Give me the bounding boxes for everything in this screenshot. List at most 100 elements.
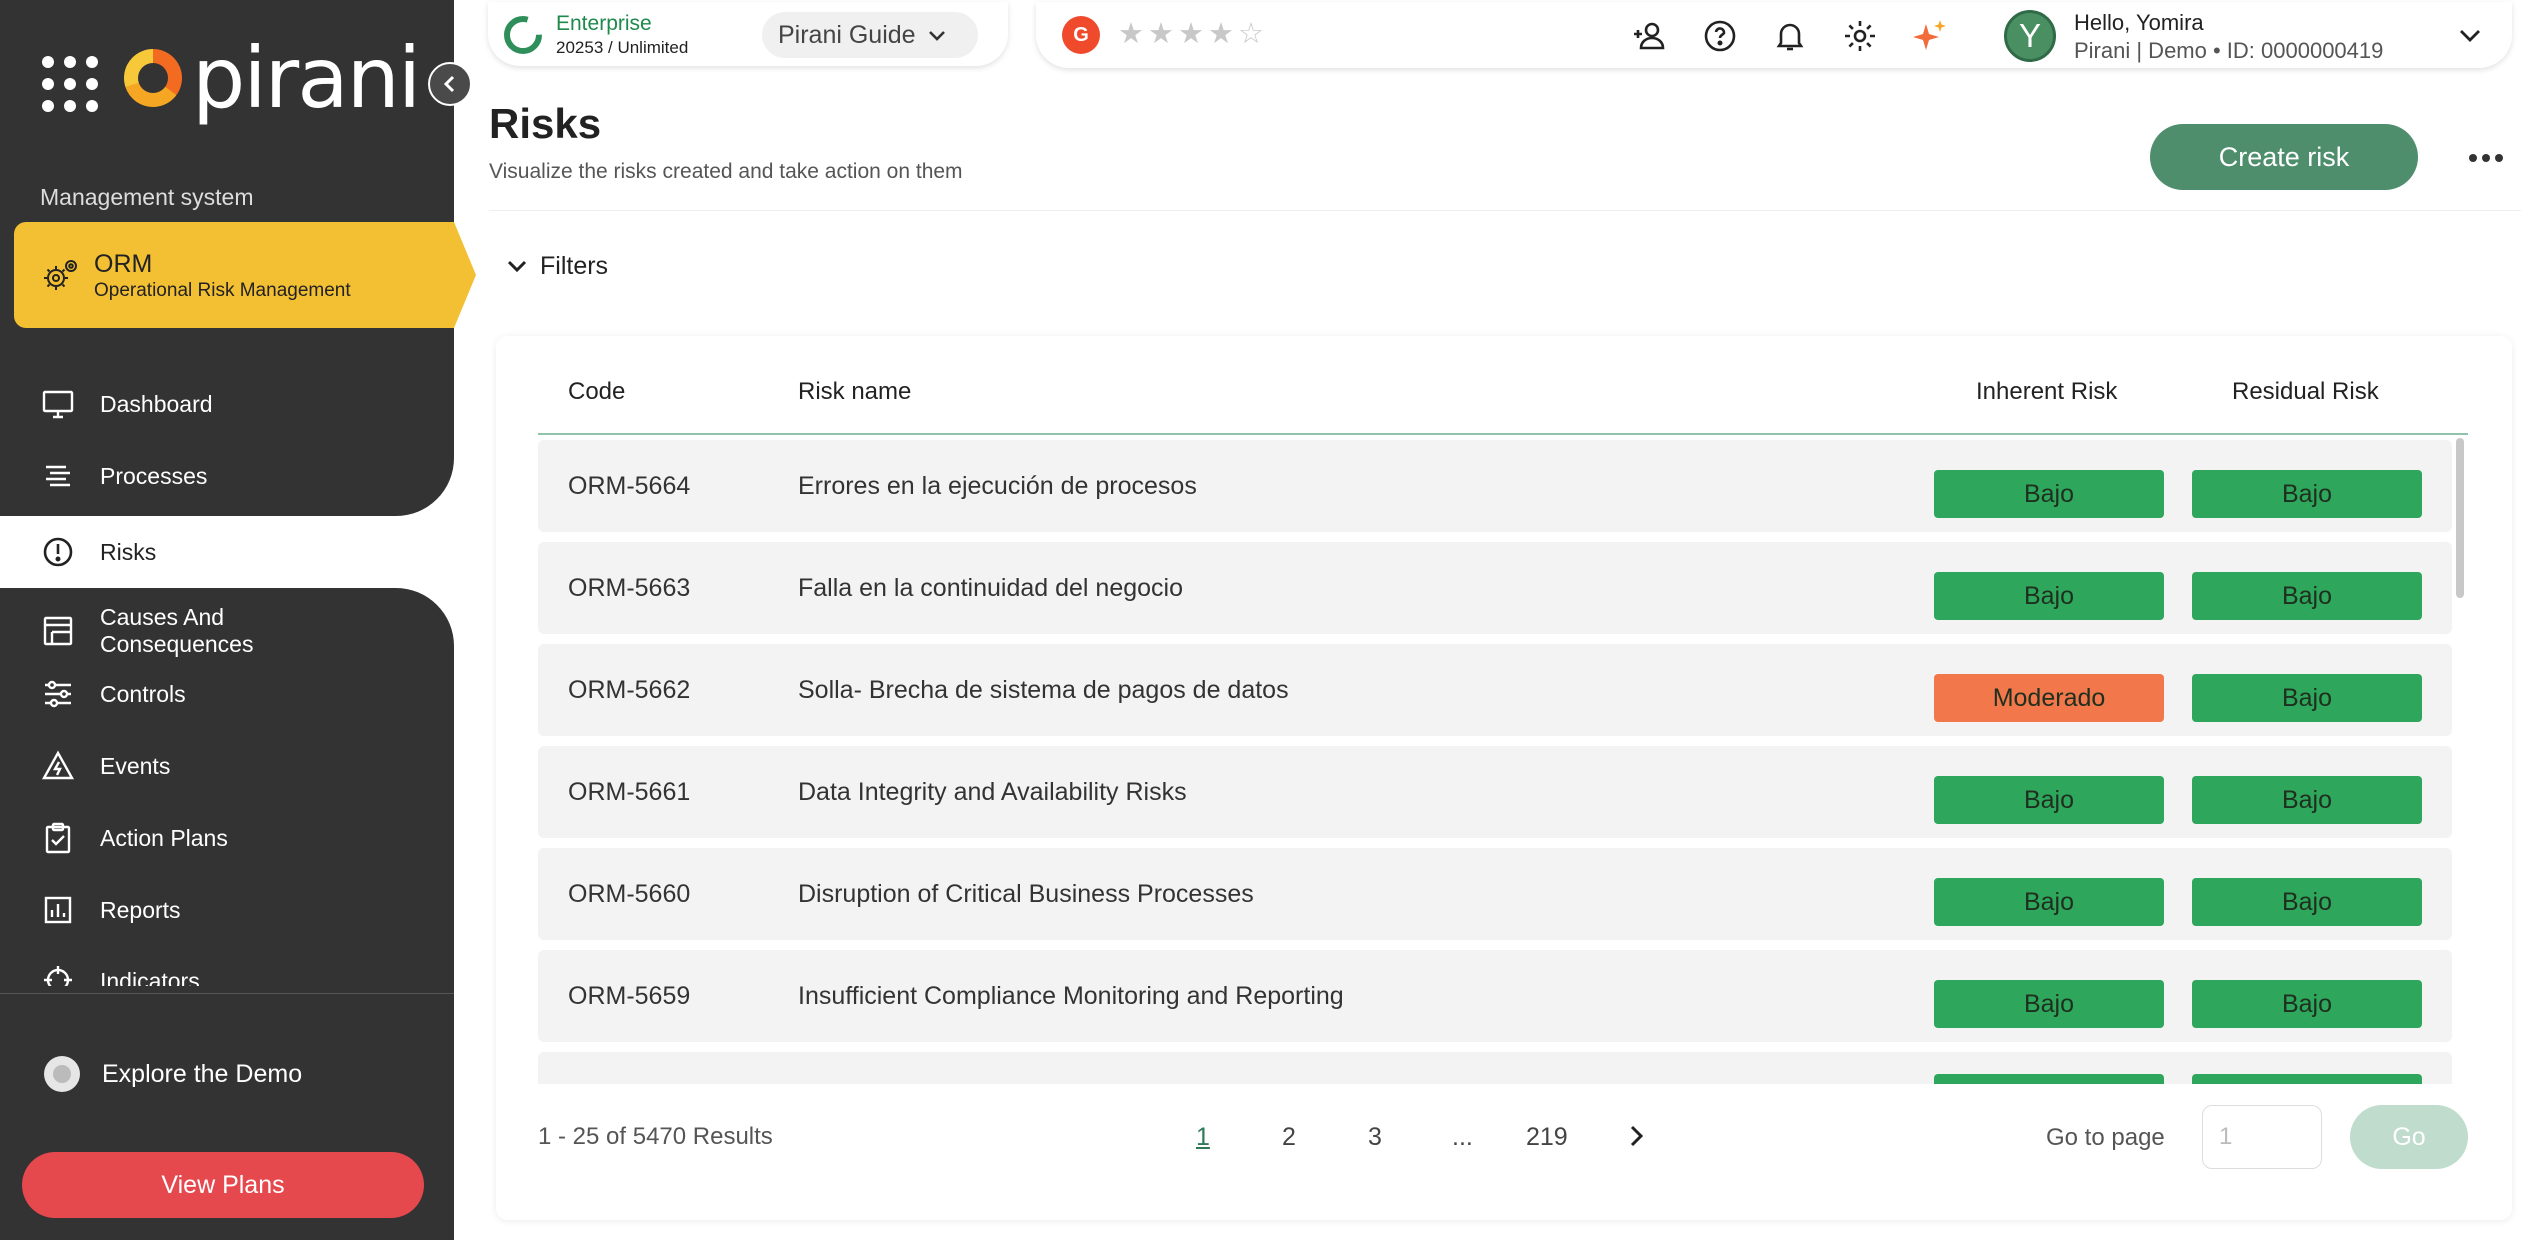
table-row[interactable]: ORM-5663 Falla en la continuidad del neg… <box>538 542 2452 634</box>
residual-risk-badge: Bajo <box>2192 1074 2422 1084</box>
notifications-button[interactable] <box>1770 16 1810 56</box>
inherent-risk-badge: Bajo <box>1934 776 2164 824</box>
plan-bar: Enterprise 20253 / Unlimited Pirani Guid… <box>488 2 1008 66</box>
page-link-219[interactable]: 219 <box>1526 1123 1568 1152</box>
sidebar-item-reports[interactable]: Reports <box>40 890 181 930</box>
plan-name: Enterprise <box>556 12 652 35</box>
residual-risk-badge: Bajo <box>2192 878 2422 926</box>
more-options-button[interactable] <box>2462 140 2510 176</box>
guide-label: Pirani Guide <box>778 20 916 49</box>
page-link-2[interactable]: 2 <box>1282 1123 1296 1152</box>
enterprise-plan-icon <box>504 16 542 54</box>
sidebar-item-label: Causes And Consequences <box>100 604 254 657</box>
table-header-divider <box>538 433 2468 435</box>
sidebar-item-label: Processes <box>100 462 208 489</box>
table-row[interactable]: Bajo Bajo <box>538 1052 2452 1084</box>
module-selector-orm[interactable]: ORM Operational Risk Management <box>14 222 476 328</box>
g2-rating-icon[interactable]: G <box>1062 16 1100 54</box>
filters-label: Filters <box>540 251 609 280</box>
view-plans-button[interactable]: View Plans <box>22 1152 424 1218</box>
risk-code: ORM-5661 <box>568 778 691 806</box>
risk-name[interactable]: Insufficient Compliance Monitoring and R… <box>798 982 1344 1011</box>
settings-button[interactable] <box>1840 16 1880 56</box>
add-user-button[interactable] <box>1630 16 1670 56</box>
pirani-logo-ring-icon <box>124 49 182 107</box>
module-subtitle: Operational Risk Management <box>94 280 351 301</box>
sidebar-divider <box>0 993 454 994</box>
avatar[interactable]: Y <box>2004 10 2056 62</box>
management-system-label: Management system <box>40 184 254 210</box>
risk-name[interactable]: Solla- Brecha de sistema de pagos de dat… <box>798 676 1289 705</box>
apps-grid-icon[interactable] <box>42 56 98 112</box>
sidebar-item-controls[interactable]: Controls <box>40 674 186 714</box>
chevron-down-icon[interactable] <box>2454 20 2486 52</box>
next-page-chevron-icon[interactable] <box>1620 1120 1652 1152</box>
go-to-page-label: Go to page <box>2046 1124 2165 1151</box>
demo-icon <box>44 1056 80 1092</box>
risk-name[interactable]: Falla en la continuidad del negocio <box>798 574 1183 603</box>
risk-code: ORM-5662 <box>568 676 691 704</box>
residual-risk-badge: Bajo <box>2192 980 2422 1028</box>
residual-risk-badge: Bajo <box>2192 674 2422 722</box>
bar-chart-icon <box>40 892 76 928</box>
sidebar-item-label: Dashboard <box>100 390 213 417</box>
table-row[interactable]: ORM-5660 Disruption of Critical Business… <box>538 848 2452 940</box>
monitor-icon <box>40 386 76 422</box>
page-link-1[interactable]: 1 <box>1196 1123 1210 1152</box>
collapse-sidebar-button[interactable] <box>428 62 472 106</box>
explore-demo-label: Explore the Demo <box>102 1059 303 1088</box>
risk-code: ORM-5664 <box>568 472 691 500</box>
inherent-risk-badge: Bajo <box>1934 878 2164 926</box>
go-to-page-input[interactable] <box>2202 1105 2322 1169</box>
risk-code: ORM-5660 <box>568 880 691 908</box>
inherent-risk-badge: Bajo <box>1934 1074 2164 1084</box>
risk-name[interactable]: Disruption of Critical Business Processe… <box>798 880 1254 909</box>
sidebar-item-risks[interactable]: Risks <box>40 532 156 572</box>
table-row[interactable]: ORM-5661 Data Integrity and Availability… <box>538 746 2452 838</box>
sliders-icon <box>40 676 76 712</box>
pirani-guide-dropdown[interactable]: Pirani Guide <box>762 12 978 58</box>
sidebar-item-action-plans[interactable]: Action Plans <box>40 818 228 858</box>
create-risk-button[interactable]: Create risk <box>2150 124 2418 190</box>
page-link-3[interactable]: 3 <box>1368 1123 1382 1152</box>
rating-stars[interactable]: ★★★★☆ <box>1118 16 1268 51</box>
chevron-down-icon <box>507 260 527 273</box>
filters-toggle[interactable]: Filters <box>504 246 608 286</box>
help-icon <box>1704 20 1736 52</box>
table-row[interactable]: ORM-5664 Errores en la ejecución de proc… <box>538 440 2452 532</box>
column-header-inherent-risk[interactable]: Inherent Risk <box>1976 378 2117 406</box>
sidebar-item-dashboard[interactable]: Dashboard <box>40 384 213 424</box>
alert-circle-icon <box>40 534 76 570</box>
column-header-risk-name[interactable]: Risk name <box>798 378 911 406</box>
help-button[interactable] <box>1700 16 1740 56</box>
table-row[interactable]: ORM-5659 Insufficient Compliance Monitor… <box>538 950 2452 1042</box>
module-title: ORM <box>94 250 153 278</box>
user-bar: G ★★★★☆ Y Hello, Yomira Pirani | Demo • … <box>1036 2 2512 68</box>
go-button[interactable]: Go <box>2350 1105 2468 1169</box>
list-icon <box>40 458 76 494</box>
inherent-risk-badge: Bajo <box>1934 980 2164 1028</box>
results-count: 1 - 25 of 5470 Results <box>538 1123 773 1150</box>
bell-icon <box>1776 23 1804 51</box>
page-subtitle: Visualize the risks created and take act… <box>489 160 963 183</box>
ai-assistant-button[interactable] <box>1910 16 1950 56</box>
sidebar-item-processes[interactable]: Processes <box>40 456 207 496</box>
scrollbar-thumb[interactable] <box>2456 438 2464 598</box>
sidebar-item-causes-and-consequences[interactable]: Causes And Consequences <box>40 604 280 658</box>
column-header-code[interactable]: Code <box>568 378 625 406</box>
user-greeting: Hello, Yomira <box>2074 10 2204 35</box>
sidebar-item-indicators[interactable]: Indicators <box>40 962 200 986</box>
column-header-residual-risk[interactable]: Residual Risk <box>2232 378 2379 406</box>
explore-demo-link[interactable]: Explore the Demo <box>44 1054 302 1094</box>
gears-icon <box>44 260 77 290</box>
risk-name[interactable]: Data Integrity and Availability Risks <box>798 778 1187 807</box>
table-scrollbar[interactable] <box>2452 436 2468 1084</box>
layers-icon <box>40 613 76 649</box>
gear-icon <box>1845 21 1875 51</box>
page-ellipsis: ... <box>1452 1123 1473 1151</box>
risk-name[interactable]: Errores en la ejecución de procesos <box>798 472 1197 501</box>
sidebar-item-label: Controls <box>100 680 186 707</box>
table-row[interactable]: ORM-5662 Solla- Brecha de sistema de pag… <box>538 644 2452 736</box>
sidebar-item-events[interactable]: Events <box>40 746 170 786</box>
risk-code: ORM-5659 <box>568 982 691 1010</box>
